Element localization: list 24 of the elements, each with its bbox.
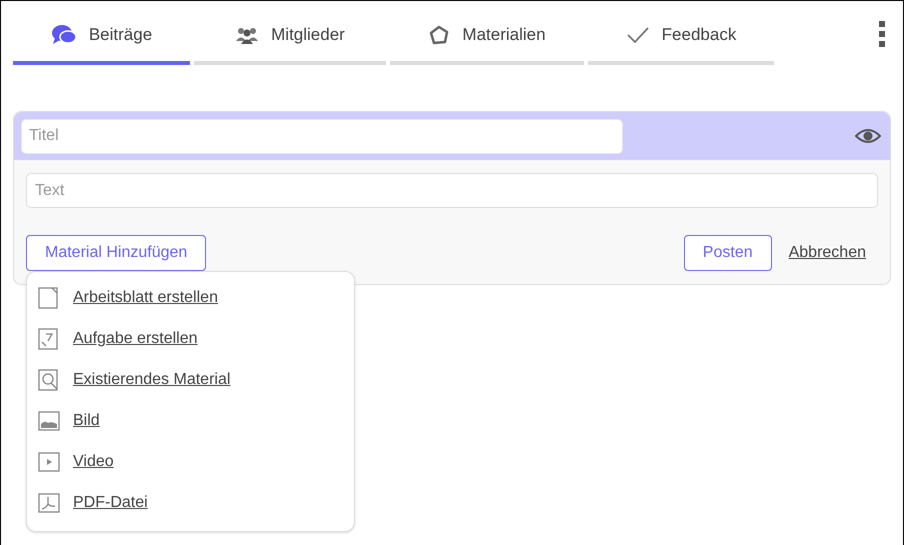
more-menu-icon[interactable] (879, 21, 885, 47)
play-icon (37, 450, 61, 474)
tab[interactable]: Mitglieder (194, 15, 386, 65)
menu-item-link[interactable]: Arbeitsblatt erstellen (73, 286, 218, 310)
title-field[interactable]: Titel (21, 118, 623, 154)
tab[interactable]: Beiträge (13, 15, 190, 65)
image-icon (37, 409, 61, 433)
chat-bubbles-icon (50, 24, 77, 46)
cancel-link[interactable]: Abbrechen (788, 241, 866, 265)
eye-icon[interactable] (855, 128, 881, 144)
menu-item-link[interactable]: Existierendes Material (73, 368, 230, 392)
text-field[interactable]: Text (26, 173, 878, 208)
menu-item-link[interactable]: PDF-Datei (73, 491, 148, 515)
polygon-icon (428, 24, 450, 46)
people-icon (235, 25, 260, 45)
menu-item-link[interactable]: Video (73, 450, 114, 474)
tab[interactable]: Feedback (588, 15, 774, 65)
post-button[interactable]: Posten (684, 235, 772, 271)
checkmark-icon (626, 25, 650, 45)
menu-item-link[interactable]: Aufgabe erstellen (73, 327, 198, 351)
menu-item-link[interactable]: Bild (73, 409, 100, 433)
pdf-icon (37, 491, 61, 515)
tab[interactable]: Materialien (390, 15, 584, 65)
add-material-button[interactable]: Material Hinzufügen (26, 235, 206, 271)
